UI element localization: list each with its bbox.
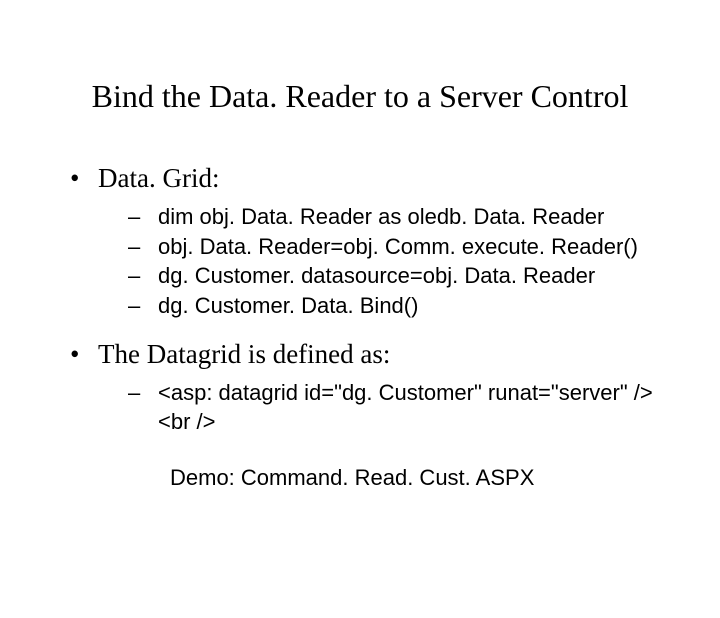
- slide-body: Data. Grid: dim obj. Data. Reader as ole…: [70, 163, 680, 491]
- sub-bullet: obj. Data. Reader=obj. Comm. execute. Re…: [98, 232, 680, 262]
- bullet-datagrid: Data. Grid: dim obj. Data. Reader as ole…: [70, 163, 680, 321]
- sub-bullet: dg. Customer. datasource=obj. Data. Read…: [98, 261, 680, 291]
- demo-line: Demo: Command. Read. Cust. ASPX: [170, 465, 680, 491]
- bullet-datagrid-defined: The Datagrid is defined as: <asp: datagr…: [70, 339, 680, 437]
- sub-bullet: <asp: datagrid id="dg. Customer" runat="…: [98, 378, 680, 437]
- bullet-datagrid-defined-label: The Datagrid is defined as:: [98, 339, 390, 369]
- slide-title: Bind the Data. Reader to a Server Contro…: [0, 78, 720, 115]
- sub-bullet: dim obj. Data. Reader as oledb. Data. Re…: [98, 202, 680, 232]
- slide: Bind the Data. Reader to a Server Contro…: [0, 78, 720, 618]
- sub-bullet: dg. Customer. Data. Bind(): [98, 291, 680, 321]
- bullet-datagrid-label: Data. Grid:: [98, 163, 219, 193]
